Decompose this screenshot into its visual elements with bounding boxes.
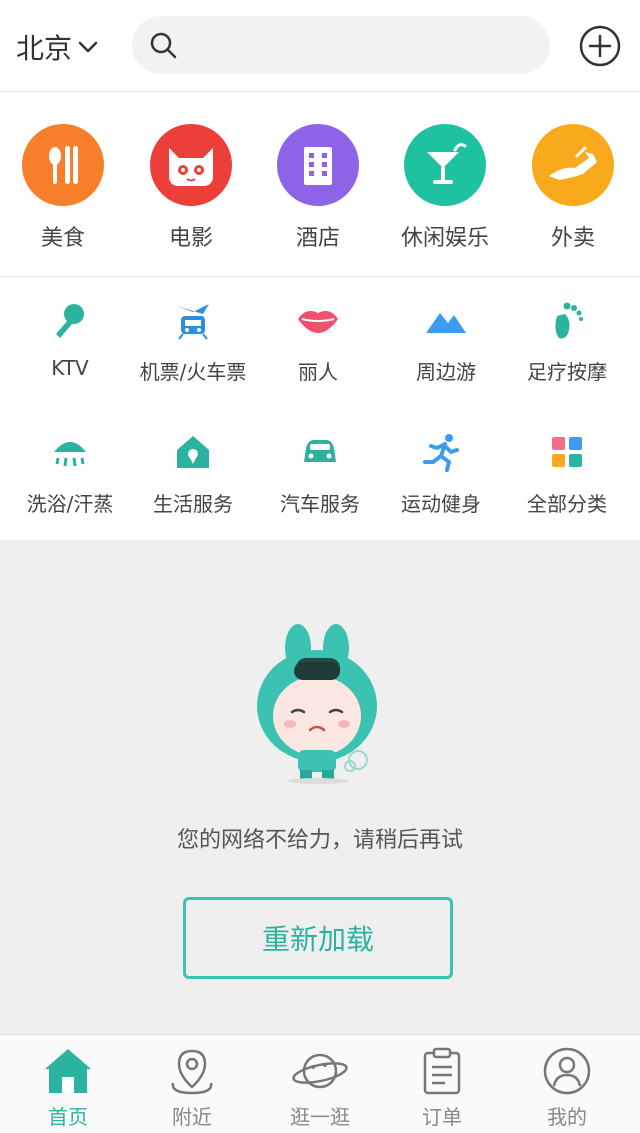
category-car-service[interactable]: 汽车服务 xyxy=(256,430,384,517)
city-selector[interactable]: 北京 xyxy=(16,28,98,66)
tab-explore[interactable]: 逛一逛 xyxy=(256,1047,384,1130)
category-label: 全部分类 xyxy=(527,492,607,516)
category-label: 酒店 xyxy=(295,226,340,251)
user-icon xyxy=(543,1047,591,1095)
reload-button[interactable]: 重新加载 xyxy=(183,897,453,979)
category-label: 外卖 xyxy=(550,226,595,251)
clipboard-icon xyxy=(423,1047,461,1095)
home-icon xyxy=(45,1049,91,1093)
bottom-tab-bar: 首页 附近 逛一逛 订单 我的 xyxy=(0,1034,640,1133)
cocktail-icon xyxy=(404,124,486,206)
category-bath[interactable]: 洗浴/汗蒸 xyxy=(6,430,134,517)
category-label: 汽车服务 xyxy=(280,492,360,516)
category-tickets[interactable]: 机票/火车票 xyxy=(129,298,257,385)
search-bar[interactable] xyxy=(132,16,550,74)
category-trip[interactable]: 周边游 xyxy=(382,298,510,385)
top-bar: 北京 xyxy=(0,0,640,92)
house-pin-icon xyxy=(171,430,215,474)
tab-label: 首页 xyxy=(48,1105,88,1129)
search-icon xyxy=(150,32,177,59)
category-label: 电影 xyxy=(168,226,213,251)
category-label: KTV xyxy=(51,356,89,380)
location-pin-icon xyxy=(171,1049,213,1095)
plane-train-icon xyxy=(171,298,215,342)
secondary-categories: KTV 机票/火车票 丽人 周边游 足疗按摩 洗浴/汗蒸 生活服务 汽车服务 运… xyxy=(0,278,640,540)
fork-knife-icon xyxy=(22,124,104,206)
tab-label: 逛一逛 xyxy=(290,1105,350,1129)
network-error-panel: 您的网络不给力，请稍后再试 重新加载 xyxy=(0,540,640,1034)
category-sports[interactable]: 运动健身 xyxy=(377,430,505,517)
tab-label: 附近 xyxy=(172,1105,212,1129)
foot-icon xyxy=(545,298,589,342)
grid-icon xyxy=(545,430,589,474)
category-massage[interactable]: 足疗按摩 xyxy=(503,298,631,385)
sad-mascot-illustration xyxy=(257,624,377,784)
category-movie[interactable]: 电影 xyxy=(127,124,255,252)
microphone-icon xyxy=(48,298,92,342)
planet-icon xyxy=(292,1053,348,1089)
add-icon[interactable] xyxy=(578,24,622,68)
chevron-down-icon xyxy=(78,41,98,53)
mountain-icon xyxy=(424,298,468,342)
cat-face-icon xyxy=(150,124,232,206)
category-label: 洗浴/汗蒸 xyxy=(26,492,114,516)
category-label: 休闲娱乐 xyxy=(400,226,489,251)
category-ktv[interactable]: KTV xyxy=(6,298,134,380)
car-icon xyxy=(298,430,342,474)
category-label: 生活服务 xyxy=(153,492,233,516)
error-message: 您的网络不给力，请稍后再试 xyxy=(176,828,463,853)
category-beauty[interactable]: 丽人 xyxy=(254,298,382,385)
lips-icon xyxy=(296,298,340,342)
tab-mine[interactable]: 我的 xyxy=(503,1047,631,1130)
search-input[interactable] xyxy=(188,32,528,58)
shower-icon xyxy=(48,430,92,474)
tab-orders[interactable]: 订单 xyxy=(378,1047,506,1130)
building-icon xyxy=(277,124,359,206)
category-life-service[interactable]: 生活服务 xyxy=(129,430,257,517)
category-label: 机票/火车票 xyxy=(139,360,247,384)
tab-label: 订单 xyxy=(422,1105,462,1129)
tab-home[interactable]: 首页 xyxy=(4,1047,132,1130)
category-label: 运动健身 xyxy=(401,492,481,516)
category-label: 丽人 xyxy=(298,360,338,384)
tab-nearby[interactable]: 附近 xyxy=(128,1047,256,1130)
category-leisure[interactable]: 休闲娱乐 xyxy=(381,124,509,252)
primary-categories: 美食 电影 酒店 休闲娱乐 外卖 xyxy=(0,92,640,277)
city-label: 北京 xyxy=(16,32,73,65)
category-label: 周边游 xyxy=(416,360,476,384)
running-icon xyxy=(419,430,463,474)
category-food[interactable]: 美食 xyxy=(0,124,127,252)
tab-label: 我的 xyxy=(547,1105,587,1129)
category-label: 美食 xyxy=(40,226,85,251)
category-label: 足疗按摩 xyxy=(527,360,607,384)
kangaroo-icon xyxy=(532,124,614,206)
category-takeout[interactable]: 外卖 xyxy=(509,124,637,252)
category-all[interactable]: 全部分类 xyxy=(503,430,631,517)
category-hotel[interactable]: 酒店 xyxy=(254,124,382,252)
